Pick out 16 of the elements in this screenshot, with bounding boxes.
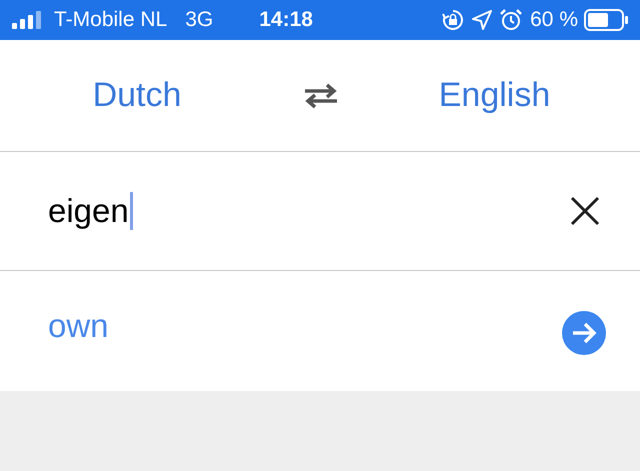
input-text[interactable]: eigen	[48, 186, 129, 236]
arrow-right-icon[interactable]	[562, 311, 606, 355]
swap-languages-icon[interactable]	[303, 82, 339, 108]
clock-time: 14:18	[259, 7, 313, 34]
battery-icon	[584, 9, 628, 31]
location-icon	[472, 10, 492, 30]
network-type: 3G	[185, 7, 214, 34]
rotation-lock-icon	[442, 9, 464, 31]
translation-text: own	[48, 306, 109, 341]
carrier-name: T-Mobile NL	[54, 7, 168, 34]
battery-percent: 60 %	[530, 7, 578, 34]
target-language-button[interactable]: English	[438, 70, 550, 121]
text-cursor	[130, 192, 133, 230]
source-language-button[interactable]: Dutch	[92, 70, 182, 121]
alarm-clock-icon	[500, 9, 522, 31]
close-icon[interactable]	[570, 196, 600, 226]
